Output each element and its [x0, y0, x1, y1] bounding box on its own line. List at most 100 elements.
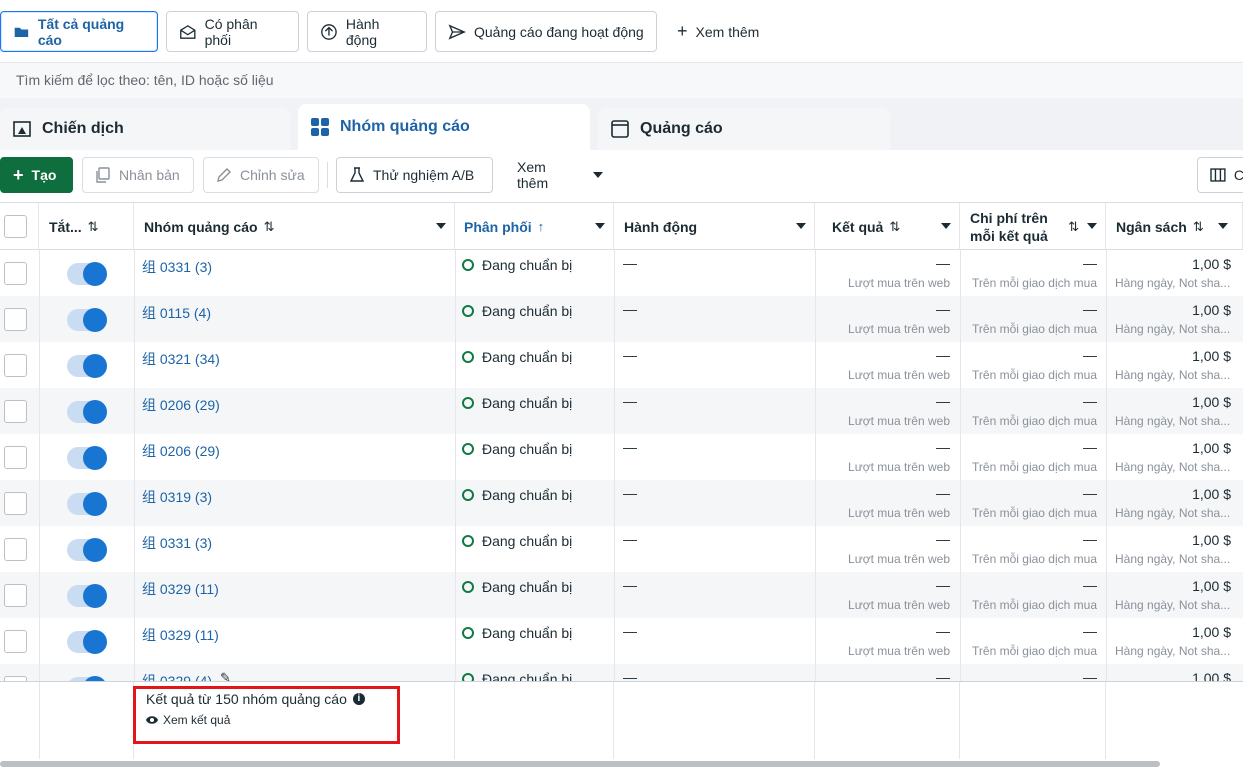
column-divider [815, 250, 816, 296]
column-divider [815, 572, 816, 618]
ad-set-name-link[interactable]: 组 0115 (4) [142, 303, 211, 323]
ab-test-button[interactable]: Thử nghiệm A/B [336, 157, 493, 193]
on-off-toggle[interactable] [67, 584, 107, 608]
column-divider [815, 388, 816, 434]
row-checkbox[interactable] [4, 308, 27, 331]
toolbar-see-more-dropdown[interactable]: Xem thêm [505, 157, 615, 193]
column-divider [815, 526, 816, 572]
table-row[interactable]: 组 0321 (34) Đang chuẩn bị — — Lượt mua trên … [0, 342, 1243, 388]
column-divider [134, 342, 135, 388]
duplicate-button[interactable]: Nhân bản [82, 157, 194, 193]
on-off-toggle[interactable] [67, 446, 107, 470]
column-menu-icon[interactable] [1087, 223, 1097, 229]
ad-set-name-link[interactable]: 组 0319 (3) [142, 487, 212, 507]
ad-set-name-link[interactable]: 组 0331 (3) [142, 533, 212, 553]
sort-icon[interactable]: ⇅ [88, 219, 99, 235]
on-off-toggle[interactable] [67, 538, 107, 562]
on-off-toggle[interactable] [67, 492, 107, 516]
sort-ascending-icon[interactable]: ↑ [538, 219, 545, 234]
horizontal-scrollbar[interactable] [0, 761, 1160, 767]
create-button[interactable]: + Tạo [0, 157, 73, 193]
filter-has-delivery[interactable]: Có phân phối [166, 11, 299, 52]
row-checkbox[interactable] [4, 400, 27, 423]
pencil-icon [217, 168, 231, 182]
results-value: — [936, 439, 950, 455]
header-results[interactable]: Kết quả ⇅ [815, 203, 960, 250]
ad-set-name-link[interactable]: 组 0206 (29) [142, 441, 220, 461]
table-row[interactable]: 组 0331 (3) Đang chuẩn bị — — Lượt mua trên w… [0, 250, 1243, 296]
filter-all-ads[interactable]: Tất cả quảng cáo [0, 11, 158, 52]
table-row[interactable]: 组 0329 (11) Đang chuẩn bị — — Lượt mua trên … [0, 618, 1243, 664]
column-menu-icon[interactable] [941, 223, 951, 229]
on-off-toggle[interactable] [67, 630, 107, 654]
on-off-toggle[interactable] [67, 308, 107, 332]
row-checkbox[interactable] [4, 262, 27, 285]
row-checkbox[interactable] [4, 538, 27, 561]
column-menu-icon[interactable] [595, 223, 605, 229]
sort-icon[interactable]: ⇅ [264, 219, 275, 235]
filter-active-ads[interactable]: Quảng cáo đang hoạt động [435, 11, 657, 52]
row-checkbox[interactable] [4, 630, 27, 653]
column-divider [815, 342, 816, 388]
row-checkbox[interactable] [4, 354, 27, 377]
column-divider [1106, 618, 1107, 664]
column-menu-icon[interactable] [436, 223, 446, 229]
info-icon[interactable]: i [352, 693, 365, 705]
column-divider [614, 296, 615, 342]
table-row[interactable]: 组 0319 (3) Đang chuẩn bị — — Lượt mua trên w… [0, 480, 1243, 526]
column-divider [455, 296, 456, 342]
budget-value: 1,00 $ [1192, 394, 1231, 410]
ad-set-name-link[interactable]: 组 0206 (29) [142, 395, 220, 415]
sort-icon[interactable]: ⇅ [1068, 218, 1079, 236]
sort-icon[interactable]: ⇅ [1193, 219, 1204, 235]
table-row[interactable]: 组 0206 (29) Đang chuẩn bị — — Lượt mua trên … [0, 388, 1243, 434]
header-delivery[interactable]: Phân phối ↑ [455, 203, 614, 250]
tab-ad-sets[interactable]: Nhóm quảng cáo [298, 104, 590, 150]
row-checkbox[interactable] [4, 492, 27, 515]
cost-value: — [1083, 531, 1097, 547]
column-divider [614, 250, 615, 296]
filter-actions[interactable]: Hành động [307, 11, 427, 52]
header-toggle[interactable]: Tắt... ⇅ [39, 203, 134, 250]
table-row[interactable]: 组 0206 (29) Đang chuẩn bị — — Lượt mua trên … [0, 434, 1243, 480]
row-checkbox[interactable] [4, 446, 27, 469]
delivery-status: Đang chuẩn bị [462, 257, 572, 273]
budget-subtext: Hàng ngày, Not sha... [1115, 506, 1231, 520]
header-actions[interactable]: Hành động [614, 203, 815, 250]
tab-campaigns[interactable]: Chiến dịch [0, 108, 290, 150]
ad-set-name-link[interactable]: 组 0321 (34) [142, 349, 220, 369]
ad-set-name-link[interactable]: 组 0329 (11) [142, 579, 219, 599]
columns-button[interactable]: C [1197, 157, 1243, 193]
table-row[interactable]: 组 0115 (4) Đang chuẩn bị — — Lượt mua trên w… [0, 296, 1243, 342]
filter-see-more[interactable]: + Xem thêm [665, 11, 780, 52]
footer-cell [455, 682, 614, 759]
row-checkbox[interactable] [4, 584, 27, 607]
filter-bar: Tất cả quảng cáo Có phân phối Hành động … [0, 0, 1243, 62]
table-header: Tắt... ⇅ Nhóm quảng cáo ⇅ Phân phối ↑ Hành … [0, 203, 1243, 250]
on-off-toggle[interactable] [67, 354, 107, 378]
header-cost-per-result[interactable]: Chi phí trên mỗi kết quả ⇅ [960, 203, 1106, 250]
sort-icon[interactable]: ⇅ [889, 219, 900, 235]
header-budget[interactable]: Ngân sách ⇅ [1106, 203, 1243, 250]
view-results-link[interactable]: Xem kết quả [146, 713, 230, 727]
column-divider [614, 618, 615, 664]
cost-value: — [1083, 393, 1097, 409]
search-input[interactable] [0, 63, 600, 97]
edit-button[interactable]: Chỉnh sửa [203, 157, 319, 193]
table-row[interactable]: 组 0329 (11) Đang chuẩn bị — — Lượt mua trên … [0, 572, 1243, 618]
column-menu-icon[interactable] [796, 223, 806, 229]
tab-ads[interactable]: Quảng cáo [598, 108, 890, 150]
select-all-checkbox[interactable] [4, 215, 27, 238]
ad-set-name-link[interactable]: 组 0329 (11) [142, 625, 219, 645]
table-row[interactable]: 组 0331 (3) Đang chuẩn bị — — Lượt mua trên w… [0, 526, 1243, 572]
column-divider [134, 618, 135, 664]
results-subtext: Lượt mua trên web [848, 276, 950, 290]
delivery-status: Đang chuẩn bị [462, 349, 572, 365]
column-menu-icon[interactable] [1218, 223, 1228, 229]
column-divider [455, 480, 456, 526]
on-off-toggle[interactable] [67, 262, 107, 286]
flask-icon [349, 167, 365, 182]
header-name[interactable]: Nhóm quảng cáo ⇅ [134, 203, 455, 250]
on-off-toggle[interactable] [67, 400, 107, 424]
ad-set-name-link[interactable]: 组 0331 (3) [142, 257, 212, 277]
